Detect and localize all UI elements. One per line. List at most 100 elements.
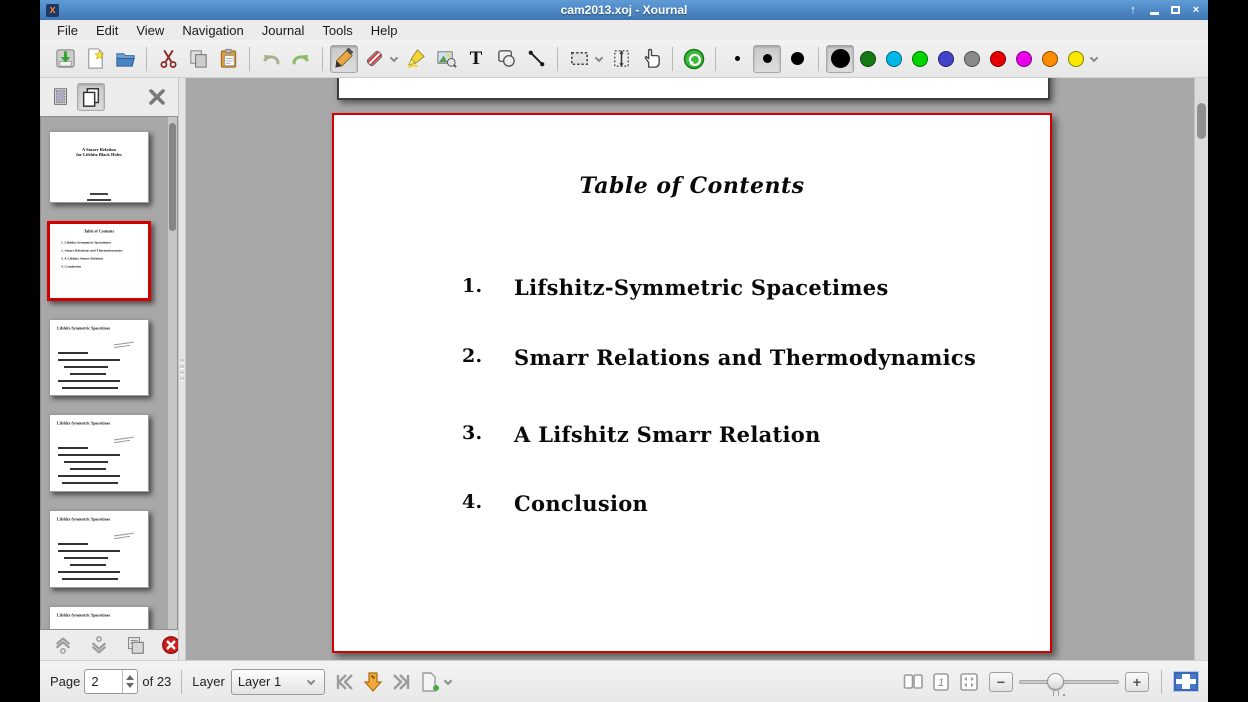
menu-edit[interactable]: Edit (87, 22, 127, 39)
color-blue-icon[interactable] (938, 51, 954, 67)
fullscreen-button[interactable] (1174, 672, 1198, 691)
pane-splitter[interactable] (178, 78, 186, 660)
zoom-slider[interactable] (1019, 671, 1119, 693)
duplicate-page-button[interactable] (121, 631, 149, 659)
page-options-chevron-icon[interactable] (444, 676, 452, 684)
thumbnail-page-3[interactable]: Lifshitz-Symmetric Spacetimes (49, 319, 149, 396)
dual-page-view-button[interactable] (899, 668, 927, 696)
spinner-arrows[interactable] (122, 670, 137, 693)
spin-up-icon[interactable] (126, 675, 134, 680)
shape-recognizer-button[interactable] (492, 45, 520, 73)
canvas-scrollbar-thumb[interactable] (1197, 103, 1206, 139)
zoom-100-button[interactable]: 1 (927, 668, 955, 696)
menu-tools[interactable]: Tools (313, 22, 361, 39)
thumbnail-page-6[interactable]: Lifshitz-Symmetric Spacetimes (49, 606, 149, 630)
layers-view-button[interactable] (47, 83, 75, 111)
layer-select[interactable]: Layer 1 (231, 669, 325, 695)
minimize-button[interactable] (1148, 4, 1160, 16)
zoom-out-button[interactable]: − (989, 672, 1013, 692)
highlighter-tool-button[interactable] (402, 45, 430, 73)
shade-button[interactable]: ↑ (1127, 4, 1139, 16)
cut-button[interactable] (154, 45, 182, 73)
redo-button[interactable] (287, 45, 315, 73)
vertical-space-button[interactable] (607, 45, 635, 73)
pages-view-button[interactable] (77, 83, 105, 111)
document-canvas[interactable]: Table of Contents 1. Lifshitz-Symmetric … (186, 78, 1194, 660)
toc-item-4-label: Conclusion (514, 491, 648, 516)
thumb2-item-4: 4. Conclusion (61, 265, 148, 269)
thumbnail-page-1[interactable]: A Smarr Relation for Lifshitz Black Hole… (49, 131, 149, 203)
color-green-icon[interactable] (912, 51, 928, 67)
toolbar-separator (249, 47, 250, 71)
select-rectangle-icon (568, 47, 591, 70)
page-2-current[interactable]: Table of Contents 1. Lifshitz-Symmetric … (332, 113, 1052, 653)
color-dark-green-icon[interactable] (860, 51, 876, 67)
page-number-value[interactable]: 2 (85, 674, 122, 689)
thumbnail-page-4[interactable]: Lifshitz-Symmetric Spacetimes (49, 414, 149, 492)
canvas-scrollbar[interactable] (1194, 78, 1208, 660)
maximize-button[interactable] (1169, 4, 1181, 16)
shapes-icon (495, 47, 518, 70)
pen-fine-button[interactable] (723, 45, 751, 73)
sidebar-scrollbar[interactable] (168, 117, 177, 629)
new-journal-button[interactable] (81, 45, 109, 73)
jump-annotated-page-button[interactable] (359, 668, 387, 696)
default-pen-button[interactable] (680, 45, 708, 73)
paste-button[interactable] (214, 45, 242, 73)
color-black-button[interactable] (826, 45, 854, 73)
undo-button[interactable] (257, 45, 285, 73)
menu-file[interactable]: File (48, 22, 87, 39)
append-page-button[interactable] (415, 668, 443, 696)
menu-navigation[interactable]: Navigation (173, 22, 252, 39)
layer-label: Layer (192, 674, 225, 689)
toc-item-2: 2. Smarr Relations and Thermodynamics (462, 345, 976, 370)
spin-down-icon[interactable] (126, 683, 134, 688)
color-magenta-icon[interactable] (1016, 51, 1032, 67)
move-page-down-button[interactable] (85, 631, 113, 659)
sidebar-close-button[interactable] (143, 83, 171, 111)
last-page-button[interactable] (387, 668, 415, 696)
color-options-chevron-icon[interactable] (1090, 53, 1098, 61)
toolbar-separator (322, 47, 323, 71)
menu-help[interactable]: Help (362, 22, 407, 39)
open-button[interactable] (111, 45, 139, 73)
sidebar-scrollbar-thumb[interactable] (169, 123, 176, 231)
move-page-up-button[interactable] (49, 631, 77, 659)
pen-tool-button[interactable] (330, 45, 358, 73)
page-number-spinbox[interactable]: 2 (84, 669, 138, 694)
page-1-bottom-edge[interactable] (337, 78, 1050, 100)
copy-button[interactable] (184, 45, 212, 73)
menu-view[interactable]: View (127, 22, 173, 39)
pen-medium-button[interactable] (753, 45, 781, 73)
zoom-in-button[interactable]: + (1125, 672, 1149, 692)
medium-dot-icon (763, 54, 772, 63)
plus-icon: + (1133, 674, 1141, 690)
sidebar: A Smarr Relation for Lifshitz Black Hole… (40, 78, 178, 660)
text-tool-button[interactable]: T (462, 45, 490, 73)
eraser-tool-button[interactable] (360, 45, 388, 73)
zoom-slider-track[interactable] (1019, 680, 1119, 684)
zoom-fit-button[interactable] (955, 668, 983, 696)
eraser-options-chevron-icon[interactable] (390, 53, 398, 61)
color-yellow-icon[interactable] (1068, 51, 1084, 67)
ruler-tool-button[interactable] (522, 45, 550, 73)
pen-thick-button[interactable] (783, 45, 811, 73)
color-orange-icon[interactable] (1042, 51, 1058, 67)
annotated-page-icon (50, 86, 72, 108)
select-options-chevron-icon[interactable] (595, 53, 603, 61)
image-tool-button[interactable] (432, 45, 460, 73)
color-gray-icon[interactable] (964, 51, 980, 67)
color-red-icon[interactable] (990, 51, 1006, 67)
first-page-button[interactable] (331, 668, 359, 696)
color-light-blue-icon[interactable] (886, 51, 902, 67)
title-bar[interactable]: x cam2013.xoj - Xournal ↑ × (40, 0, 1208, 20)
save-button[interactable] (51, 45, 79, 73)
thumbnail-page-2-selected[interactable]: Table of Contents 1. Lifshitz-Symmetric … (47, 221, 151, 301)
statusbar-separator (1161, 670, 1162, 694)
select-rectangle-button[interactable] (565, 45, 593, 73)
hand-tool-button[interactable] (637, 45, 665, 73)
menu-journal[interactable]: Journal (253, 22, 314, 39)
thumbnail-page-5[interactable]: Lifshitz-Symmetric Spacetimes (49, 510, 149, 588)
close-button[interactable]: × (1190, 4, 1202, 16)
zoom-slider-handle[interactable] (1047, 673, 1064, 690)
